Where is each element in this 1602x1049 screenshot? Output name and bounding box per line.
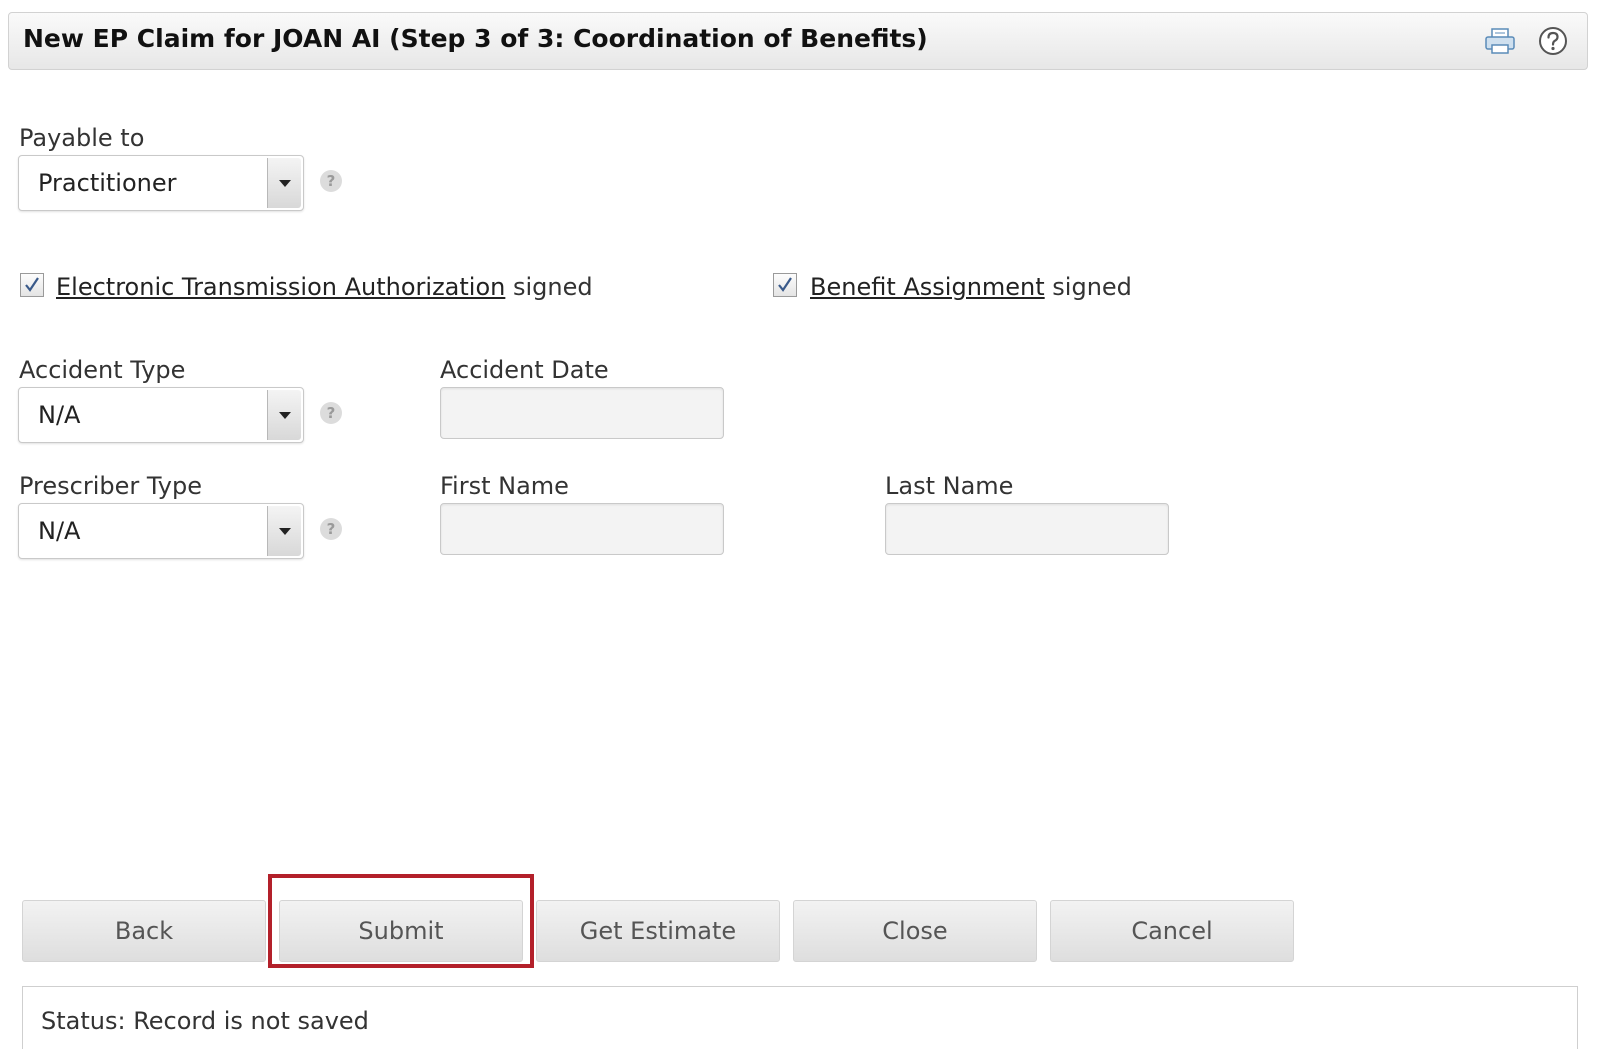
back-button[interactable]: Back bbox=[22, 900, 266, 962]
prescriber-type-value: N/A bbox=[38, 517, 81, 545]
eta-checkbox[interactable] bbox=[20, 273, 44, 297]
eta-row: Electronic Transmission Authorization si… bbox=[56, 273, 593, 301]
accident-date-label: Accident Date bbox=[440, 356, 609, 384]
claim-page: New EP Claim for JOAN AI (Step 3 of 3: C… bbox=[0, 0, 1602, 1049]
first-name-input[interactable] bbox=[440, 503, 724, 555]
accident-date-input[interactable] bbox=[440, 387, 724, 439]
eta-suffix: signed bbox=[505, 273, 593, 301]
accident-type-help-icon[interactable]: ? bbox=[320, 402, 342, 424]
payable-to-help-icon[interactable]: ? bbox=[320, 170, 342, 192]
checkmark-icon bbox=[25, 277, 39, 292]
last-name-label: Last Name bbox=[885, 472, 1014, 500]
prescriber-type-help-icon[interactable]: ? bbox=[320, 518, 342, 540]
first-name-label: First Name bbox=[440, 472, 569, 500]
page-title: New EP Claim for JOAN AI (Step 3 of 3: C… bbox=[23, 24, 928, 53]
eta-link[interactable]: Electronic Transmission Authorization bbox=[56, 273, 505, 301]
status-panel: Status: Record is not saved bbox=[22, 986, 1578, 1049]
get-estimate-button[interactable]: Get Estimate bbox=[536, 900, 780, 962]
last-name-input[interactable] bbox=[885, 503, 1169, 555]
checkmark-icon bbox=[778, 277, 792, 292]
submit-button[interactable]: Submit bbox=[279, 900, 523, 962]
payable-to-value: Practitioner bbox=[38, 169, 177, 197]
chevron-down-icon[interactable] bbox=[267, 506, 301, 556]
printer-icon[interactable] bbox=[1483, 24, 1517, 58]
chevron-down-icon[interactable] bbox=[267, 158, 301, 208]
prescriber-type-label: Prescriber Type bbox=[19, 472, 203, 500]
payable-to-label: Payable to bbox=[19, 124, 145, 152]
benefit-assignment-link[interactable]: Benefit Assignment bbox=[810, 273, 1045, 301]
accident-type-label: Accident Type bbox=[19, 356, 186, 384]
accident-type-value: N/A bbox=[38, 401, 81, 429]
page-header: New EP Claim for JOAN AI (Step 3 of 3: C… bbox=[8, 12, 1588, 70]
status-text: Status: Record is not saved bbox=[41, 1007, 369, 1035]
cancel-button[interactable]: Cancel bbox=[1050, 900, 1294, 962]
benefit-assignment-row: Benefit Assignment signed bbox=[810, 273, 1132, 301]
benefit-assignment-checkbox[interactable] bbox=[773, 273, 797, 297]
close-button[interactable]: Close bbox=[793, 900, 1037, 962]
accident-type-select[interactable]: N/A bbox=[18, 387, 304, 443]
help-circle-icon[interactable] bbox=[1536, 24, 1570, 58]
payable-to-select[interactable]: Practitioner bbox=[18, 155, 304, 211]
benefit-assignment-suffix: signed bbox=[1044, 273, 1132, 301]
chevron-down-icon[interactable] bbox=[267, 390, 301, 440]
prescriber-type-select[interactable]: N/A bbox=[18, 503, 304, 559]
